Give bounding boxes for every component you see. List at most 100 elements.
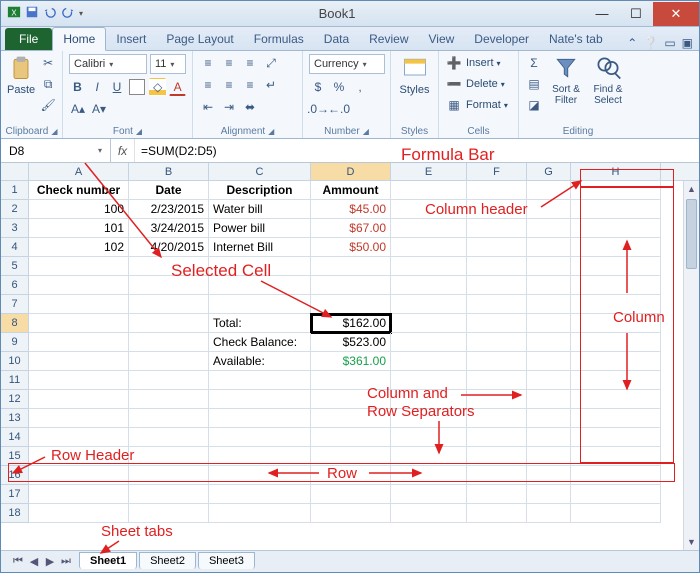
italic-button[interactable]: I [89,78,106,96]
fx-icon[interactable]: fx [111,139,135,162]
minimize-ribbon-icon[interactable]: ⌃ [627,36,637,50]
row-header[interactable]: 5 [1,257,29,276]
cell[interactable] [527,257,571,276]
scroll-thumb[interactable] [686,199,697,269]
cell[interactable]: Power bill [209,219,311,238]
cell[interactable] [527,447,571,466]
cell[interactable] [29,314,129,333]
cell[interactable] [467,200,527,219]
cell[interactable] [467,257,527,276]
decrease-decimal-icon[interactable]: ←.0 [330,100,348,118]
undo-icon[interactable] [43,5,57,22]
cell[interactable]: $67.00 [311,219,391,238]
cell[interactable] [571,276,661,295]
cell[interactable]: $162.00 [311,314,391,333]
cell[interactable] [527,352,571,371]
cell[interactable] [467,276,527,295]
row-header[interactable]: 3 [1,219,29,238]
cell[interactable] [391,409,467,428]
delete-cells-icon[interactable]: ➖ [445,75,463,93]
cell[interactable] [129,504,209,523]
maximize-button[interactable]: ☐ [619,2,653,26]
col-header-C[interactable]: C [209,163,311,180]
cell[interactable] [527,390,571,409]
cell[interactable] [467,428,527,447]
insert-cells-label[interactable]: Insert [466,57,494,69]
cell[interactable] [29,257,129,276]
row-header[interactable]: 1 [1,181,29,200]
cell[interactable] [209,390,311,409]
align-center-icon[interactable]: ≡ [220,76,238,94]
cell[interactable] [527,409,571,428]
cell[interactable] [129,295,209,314]
cell[interactable]: Water bill [209,200,311,219]
cell[interactable] [571,333,661,352]
cell[interactable] [527,200,571,219]
cell[interactable] [391,371,467,390]
tab-review[interactable]: Review [359,28,418,50]
dialog-launcher-icon[interactable]: ◢ [363,127,369,136]
row-header[interactable]: 4 [1,238,29,257]
cell[interactable]: Date [129,181,209,200]
cell[interactable] [29,447,129,466]
percent-format-icon[interactable]: % [330,78,348,96]
vertical-scrollbar[interactable]: ▲ ▼ [683,181,699,550]
copy-icon[interactable]: ⧉ [39,75,57,93]
ribbon-min-icon[interactable]: ▭ [664,36,675,50]
cell[interactable] [391,447,467,466]
cell[interactable] [527,219,571,238]
cell[interactable] [209,257,311,276]
cell[interactable] [391,181,467,200]
cell[interactable] [391,314,467,333]
cell[interactable] [391,219,467,238]
cell[interactable] [209,447,311,466]
cell[interactable]: Available: [209,352,311,371]
cell[interactable] [527,181,571,200]
cell[interactable] [467,504,527,523]
cell[interactable]: 2/23/2015 [129,200,209,219]
cell[interactable] [391,504,467,523]
increase-decimal-icon[interactable]: .0→ [309,100,327,118]
find-select-button[interactable]: Find & Select [589,54,627,106]
row-header[interactable]: 13 [1,409,29,428]
cell[interactable] [467,466,527,485]
col-header-G[interactable]: G [527,163,571,180]
clear-icon[interactable]: ◪ [525,96,543,114]
dialog-launcher-icon[interactable]: ◢ [51,127,57,136]
select-all-corner[interactable] [1,163,29,180]
minimize-button[interactable]: — [585,2,619,26]
qat-customize-icon[interactable]: ▾ [79,9,83,18]
cell[interactable] [29,333,129,352]
cell[interactable] [391,352,467,371]
cell[interactable] [527,314,571,333]
cell[interactable] [467,181,527,200]
cell[interactable] [391,485,467,504]
cell[interactable] [391,200,467,219]
formula-input[interactable]: =SUM(D2:D5) [135,144,699,158]
cell[interactable] [391,238,467,257]
row-header[interactable]: 15 [1,447,29,466]
row-header[interactable]: 16 [1,466,29,485]
cell[interactable]: $361.00 [311,352,391,371]
cell[interactable] [209,409,311,428]
cell[interactable] [311,409,391,428]
sheet-nav[interactable]: ⏮◀▶⏭ [11,555,73,568]
redo-icon[interactable] [61,5,75,22]
border-button[interactable] [128,78,146,96]
row-header[interactable]: 12 [1,390,29,409]
fill-color-button[interactable]: ◇ [149,78,166,96]
format-cells-label[interactable]: Format [466,99,501,111]
row-header[interactable]: 18 [1,504,29,523]
row-header[interactable]: 9 [1,333,29,352]
scroll-down-icon[interactable]: ▼ [684,534,699,550]
number-format-combo[interactable]: Currency▾ [309,54,385,74]
name-box[interactable]: D8 ▾ [1,139,111,162]
cell[interactable] [391,466,467,485]
tab-insert[interactable]: Insert [106,28,156,50]
cell[interactable] [467,314,527,333]
cell[interactable] [527,371,571,390]
cell[interactable]: 102 [29,238,129,257]
col-header-A[interactable]: A [29,163,129,180]
cell[interactable] [467,390,527,409]
fill-icon[interactable]: ▤ [525,75,543,93]
